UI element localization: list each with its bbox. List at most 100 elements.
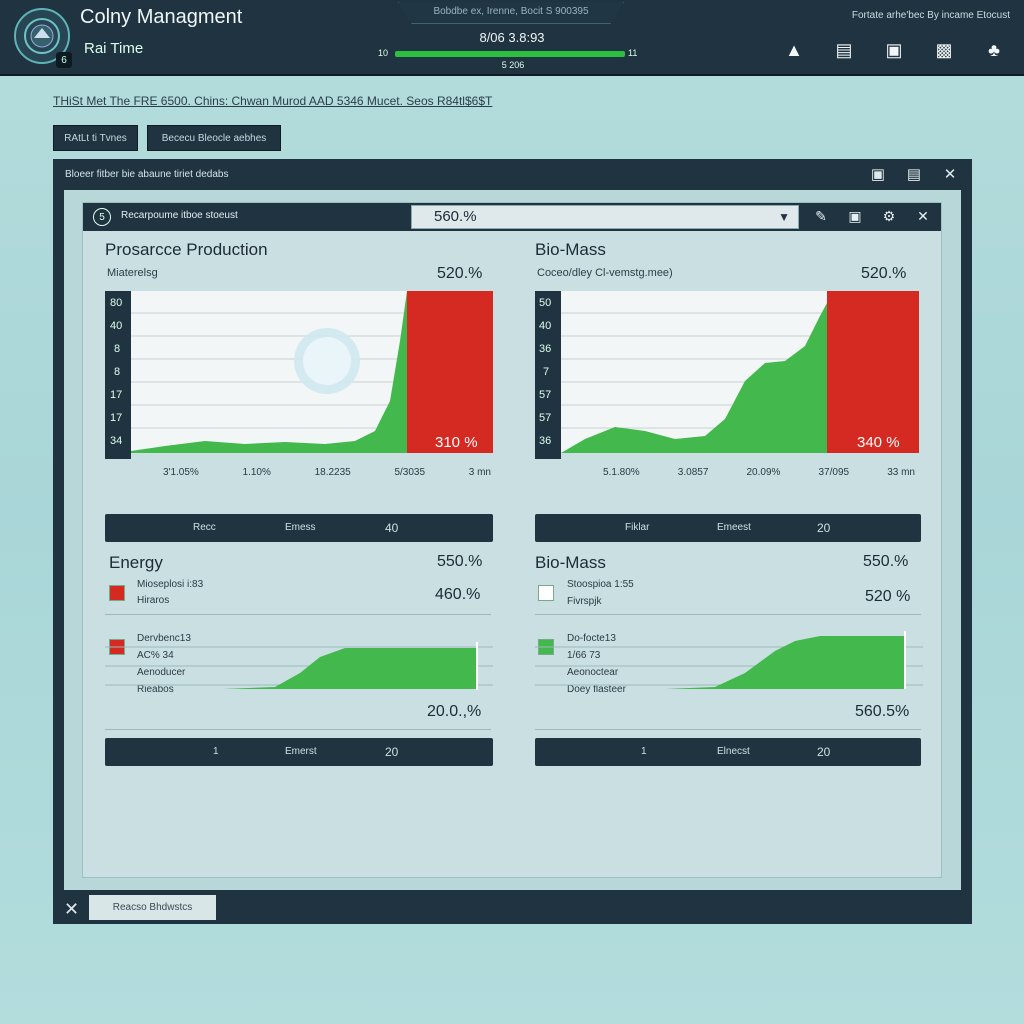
production-x-axis: 3'1.05% 1.10% 18.2235 5/3035 3 mn <box>163 467 491 478</box>
hud-label: Bobdbe ex, Irenne, Bocit S 900395 <box>398 2 624 24</box>
close-icon[interactable]: ✕ <box>913 206 933 226</box>
summary-label: Emess <box>285 522 316 533</box>
energy-percent-mid: 460.% <box>435 586 481 603</box>
biomass-xtick: 3.0857 <box>677 467 709 478</box>
production-ytick: 34 <box>110 435 122 447</box>
biomass-small-chart <box>535 631 923 689</box>
panel-header: 5 Recarpoume itboe stoeust 560.% ▼ ✎ ▣ ⚙… <box>83 203 941 231</box>
breadcrumb[interactable]: THiSt Met The FRE 6500. Chins: Chwan Mur… <box>53 94 492 108</box>
toolbox-icon[interactable]: ▩ <box>932 38 956 62</box>
summary-label: Recc <box>193 522 216 533</box>
colony-emblem-icon <box>24 18 60 54</box>
biomass-subtitle: Coceo/dley Cl-vemstg.mee) <box>537 267 673 279</box>
research-icon[interactable]: ♣ <box>982 38 1006 62</box>
top-bar: 6 Colny Managment Rai Time Bobdbe ex, Ir… <box>0 0 1024 76</box>
production-percent: 520.% <box>437 265 483 282</box>
chevron-down-icon: ▼ <box>778 210 790 224</box>
production-ytick: 17 <box>110 412 122 424</box>
biomass-percent: 520.% <box>861 265 907 282</box>
biomass-ytick: 36 <box>539 343 551 355</box>
production-xtick: 18.2235 <box>314 467 351 478</box>
select-value: 560.% <box>434 208 477 225</box>
biomass-small-percent-top: 550.% <box>863 553 909 570</box>
biomass-ytick: 57 <box>539 389 551 401</box>
biomass-x-axis: 5.1.80% 3.0857 20.09% 37/095 33 mn <box>603 467 915 478</box>
lock-icon[interactable]: ▤ <box>904 164 924 184</box>
production-xtick: 5/3035 <box>394 467 426 478</box>
biomass-ytick: 57 <box>539 412 551 424</box>
tab-secondary[interactable]: Bececu Bleocle aebhes <box>147 125 281 151</box>
top-right-status: Fortate arhe'bec By incame Etocust <box>851 10 1010 21</box>
lock-icon[interactable]: ▣ <box>882 38 906 62</box>
save-icon[interactable]: ▣ <box>868 164 888 184</box>
window-body: 5 Recarpoume itboe stoeust 560.% ▼ ✎ ▣ ⚙… <box>64 190 961 890</box>
app-title: Colny Managment <box>80 6 243 28</box>
energy-summary-bar[interactable]: 1 Emerst 20 <box>105 738 493 766</box>
biomass-title: Bio-Mass <box>535 240 606 259</box>
energy-percent-bottom: 20.0.,% <box>427 703 482 720</box>
summary-value: 20 <box>817 745 831 759</box>
panel-title: Recarpoume itboe stoeust <box>121 210 238 221</box>
production-ytick: 8 <box>114 366 120 378</box>
divider <box>535 614 921 615</box>
summary-label: Fiklar <box>625 522 650 533</box>
biomass-ytick: 36 <box>539 435 551 447</box>
biomass-xtick: 33 mn <box>887 467 915 478</box>
window-title: Bloeer fitber bie abaune tiriet dedabs <box>65 169 229 180</box>
production-xtick: 3 mn <box>468 467 491 478</box>
tab-real-time[interactable]: RAtLt ti Tvnes <box>53 125 138 151</box>
summary-label: 1 <box>213 746 219 757</box>
biomass-red-zone <box>827 291 919 453</box>
warning-icon[interactable]: ▲ <box>782 38 806 62</box>
production-chart: 80 40 8 8 17 17 34 310 % <box>105 291 493 459</box>
hud-left-value: 10 <box>378 48 389 58</box>
summary-label: 1 <box>641 746 647 757</box>
lock-icon[interactable]: ▣ <box>845 206 865 226</box>
biomass-legend-label: Fivrspjk <box>567 596 602 607</box>
biomass-small-percent-mid: 520 % <box>865 588 911 605</box>
percentage-select[interactable]: 560.% ▼ <box>411 205 799 229</box>
divider <box>105 729 491 730</box>
energy-title: Energy <box>109 553 163 572</box>
energy-legend-label: Hiraros <box>137 595 170 606</box>
production-ytick: 17 <box>110 389 122 401</box>
biomass-ytick: 40 <box>539 320 551 332</box>
production-summary-bar[interactable]: Recc Emess 40 <box>105 514 493 542</box>
energy-chart <box>105 642 493 690</box>
biomass-ytick: 50 <box>539 297 551 309</box>
biomass-chart: 50 40 36 7 57 57 36 340 % <box>535 291 919 459</box>
hud-value: 8/06 3.8:93 <box>479 30 545 45</box>
production-title: Prosarcce Production <box>105 240 268 259</box>
biomass-ytick: 7 <box>543 366 549 378</box>
summary-label: Emerst <box>285 746 317 757</box>
biomass-small-percent-bottom: 560.5% <box>855 703 910 720</box>
settings-icon[interactable]: ⚙ <box>879 206 899 226</box>
summary-label: Elnecst <box>717 746 750 757</box>
biomass-xtick: 5.1.80% <box>603 467 640 478</box>
biomass-legend-label: Stoospioa 1:55 <box>567 579 634 590</box>
summary-value: 40 <box>385 521 399 535</box>
production-xtick: 1.10% <box>242 467 271 478</box>
close-icon[interactable]: ✕ <box>940 164 960 184</box>
divider <box>105 614 491 615</box>
biomass-small-title: Bio-Mass <box>535 553 606 572</box>
production-subtitle: Miaterelsg <box>107 267 158 279</box>
resource-icon: 5 <box>93 208 111 226</box>
biomass-small-summary-bar[interactable]: 1 Elnecst 20 <box>535 738 921 766</box>
biomass-summary-bar[interactable]: Fiklar Emeest 20 <box>535 514 921 542</box>
biomass-legend-swatch <box>538 585 554 601</box>
divider <box>535 729 921 730</box>
edit-icon[interactable]: ✎ <box>811 206 831 226</box>
production-ytick: 8 <box>114 343 120 355</box>
summary-value: 20 <box>385 745 399 759</box>
inventory-icon[interactable]: ▤ <box>832 38 856 62</box>
hud-progress-bar <box>395 51 625 57</box>
energy-percent-top: 550.% <box>437 553 483 570</box>
close-icon[interactable]: ✕ <box>64 899 79 920</box>
biomass-xtick: 20.09% <box>746 467 781 478</box>
energy-legend-swatch <box>109 585 125 601</box>
energy-legend-label: Mioseplosi i:83 <box>137 579 204 590</box>
bottom-action-button[interactable]: Reacso Bhdwstcs <box>89 895 216 920</box>
resource-panel: 5 Recarpoume itboe stoeust 560.% ▼ ✎ ▣ ⚙… <box>82 202 942 878</box>
production-ytick: 40 <box>110 320 122 332</box>
